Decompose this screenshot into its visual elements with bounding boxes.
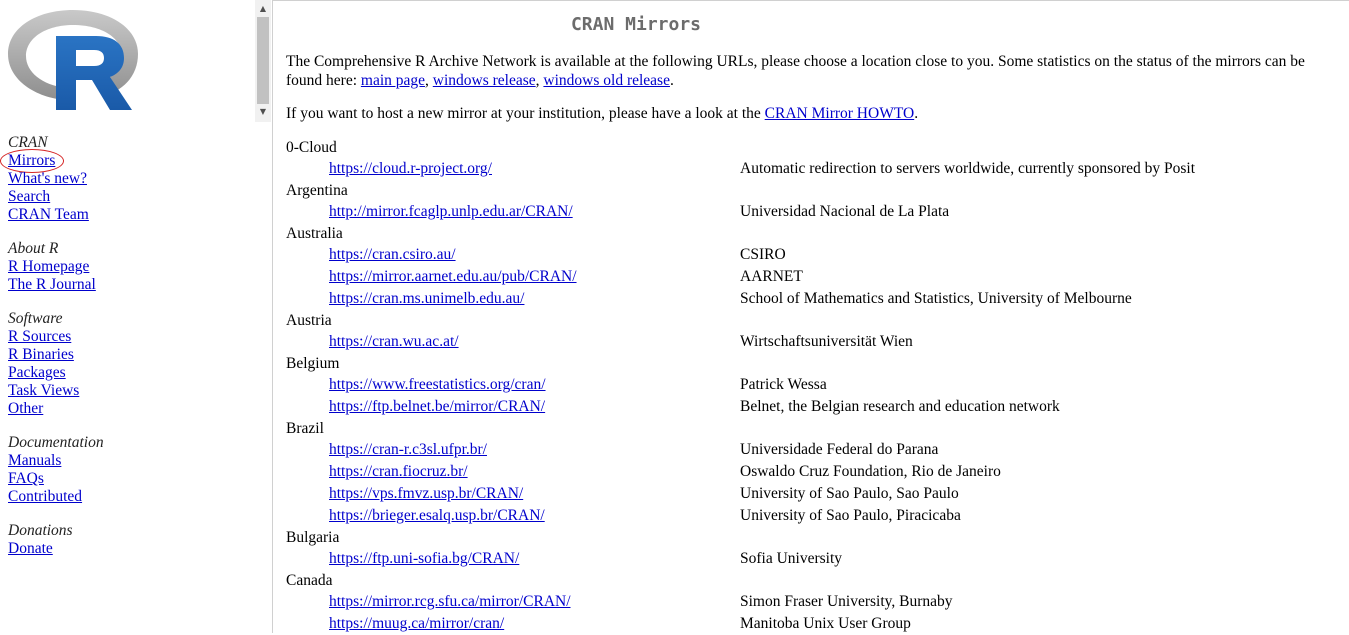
mirror-description: Manitoba Unix User Group — [740, 615, 911, 632]
nav-link-r-sources[interactable]: R Sources — [8, 328, 71, 345]
nav-link-other[interactable]: Other — [8, 400, 43, 417]
mirror-url-link[interactable]: https://cran-r.c3sl.ufpr.br/ — [329, 439, 487, 461]
frame-divider[interactable] — [272, 0, 273, 633]
mirror-url-link[interactable]: https://www.freestatistics.org/cran/ — [329, 374, 546, 396]
mirror-description: Simon Fraser University, Burnaby — [740, 593, 953, 610]
mirror-row: https://brieger.esalq.usp.br/CRAN/Univer… — [286, 505, 1344, 527]
mirror-url-link[interactable]: https://cran.wu.ac.at/ — [329, 331, 459, 353]
country-heading: Bulgaria — [286, 529, 340, 546]
mirror-description: University of Sao Paulo, Sao Paulo — [740, 485, 959, 502]
nav-section-donations: Donations Donate — [8, 522, 248, 558]
mirror-url-link[interactable]: https://vps.fmvz.usp.br/CRAN/ — [329, 483, 523, 505]
mirror-row: https://mirror.aarnet.edu.au/pub/CRAN/AA… — [286, 266, 1344, 288]
mirror-row: https://cran-r.c3sl.ufpr.br/Universidade… — [286, 439, 1344, 461]
mirror-row: https://ftp.belnet.be/mirror/CRAN/Belnet… — [286, 396, 1344, 418]
mirror-row: https://vps.fmvz.usp.br/CRAN/University … — [286, 483, 1344, 505]
link-main-page[interactable]: main page — [361, 72, 425, 89]
mirror-row: https://cran.ms.unimelb.edu.au/School of… — [286, 288, 1344, 310]
mirror-url-link[interactable]: http://mirror.fcaglp.unlp.edu.ar/CRAN/ — [329, 201, 573, 223]
mirror-description: Sofia University — [740, 550, 843, 567]
nav-link-task-views[interactable]: Task Views — [8, 382, 79, 399]
nav-link-packages[interactable]: Packages — [8, 364, 66, 381]
nav-link-manuals[interactable]: Manuals — [8, 452, 61, 469]
country-heading: Australia — [286, 225, 343, 242]
mirror-row: https://mirror.rcg.sfu.ca/mirror/CRAN/Si… — [286, 591, 1344, 613]
mirror-description: School of Mathematics and Statistics, Un… — [740, 290, 1132, 307]
mirror-row: https://cran.wu.ac.at/Wirtschaftsunivers… — [286, 331, 1344, 353]
nav-link-contributed[interactable]: Contributed — [8, 488, 82, 505]
country-heading: Austria — [286, 312, 332, 329]
mirror-url-link[interactable]: https://cloud.r-project.org/ — [329, 158, 492, 180]
country-heading: Argentina — [286, 182, 348, 199]
scroll-down-arrow-icon[interactable]: ▼ — [255, 105, 271, 119]
link-windows-release[interactable]: windows release — [433, 72, 536, 89]
country-heading: 0-Cloud — [286, 139, 337, 156]
mirror-url-link[interactable]: https://brieger.esalq.usp.br/CRAN/ — [329, 505, 545, 527]
country-heading: Belgium — [286, 355, 340, 372]
mirror-description: Oswaldo Cruz Foundation, Rio de Janeiro — [740, 463, 1001, 480]
nav-section-cran: CRAN Mirrors What's new? Search CRAN Tea… — [0, 134, 248, 224]
mirror-list: 0-Cloud https://cloud.r-project.org/Autom… — [286, 137, 1344, 635]
mirror-url-link[interactable]: https://mirror.rcg.sfu.ca/mirror/CRAN/ — [329, 591, 571, 613]
sidebar-nav: CRAN Mirrors What's new? Search CRAN Tea… — [0, 134, 248, 574]
country-heading: Brazil — [286, 420, 324, 437]
nav-section-software: Software R Sources R Binaries Packages T… — [8, 310, 248, 418]
mirror-url-link[interactable]: https://ftp.uni-sofia.bg/CRAN/ — [329, 548, 519, 570]
top-border — [273, 0, 1349, 1]
mirror-url-link[interactable]: https://muug.ca/mirror/cran/ — [329, 613, 504, 635]
mirror-url-link[interactable]: https://cran.csiro.au/ — [329, 244, 456, 266]
mirror-description: Automatic redirection to servers worldwi… — [740, 160, 1195, 177]
country-heading: Canada — [286, 572, 333, 589]
left-navigation-frame: ▲ ▼ CRAN Mirrors What's new? Search CRAN… — [0, 0, 272, 633]
nav-link-faqs[interactable]: FAQs — [8, 470, 44, 487]
mirror-row: https://muug.ca/mirror/cran/Manitoba Uni… — [286, 613, 1344, 635]
mirror-row: https://ftp.uni-sofia.bg/CRAN/Sofia Univ… — [286, 548, 1344, 570]
mirror-row: https://cloud.r-project.org/Automatic re… — [286, 158, 1344, 180]
nav-link-r-journal[interactable]: The R Journal — [8, 276, 96, 293]
nav-section-documentation: Documentation Manuals FAQs Contributed — [8, 434, 248, 506]
mirror-url-link[interactable]: https://cran.ms.unimelb.edu.au/ — [329, 288, 524, 310]
nav-link-whats-new[interactable]: What's new? — [8, 170, 87, 187]
nav-section-about-r: About R R Homepage The R Journal — [8, 240, 248, 294]
nav-heading: CRAN — [8, 134, 48, 151]
mirror-description: Patrick Wessa — [740, 376, 827, 393]
nav-link-r-binaries[interactable]: R Binaries — [8, 346, 74, 363]
mirror-description: Universidad Nacional de La Plata — [740, 203, 950, 220]
nav-link-search[interactable]: Search — [8, 188, 50, 205]
page-title: CRAN Mirrors — [570, 14, 702, 35]
mirror-description: AARNET — [740, 268, 803, 285]
nav-heading: Documentation — [8, 434, 104, 451]
nav-link-cran-team[interactable]: CRAN Team — [8, 206, 89, 223]
mirror-url-link[interactable]: https://cran.fiocruz.br/ — [329, 461, 468, 483]
nav-link-donate[interactable]: Donate — [8, 540, 53, 557]
mirror-description: University of Sao Paulo, Piracicaba — [740, 507, 961, 524]
mirror-description: CSIRO — [740, 246, 786, 263]
nav-link-r-homepage[interactable]: R Homepage — [8, 258, 89, 275]
howto-paragraph: If you want to host a new mirror at your… — [286, 105, 919, 122]
mirror-url-link[interactable]: https://ftp.belnet.be/mirror/CRAN/ — [329, 396, 545, 418]
link-cran-mirror-howto[interactable]: CRAN Mirror HOWTO — [765, 105, 915, 122]
mirror-row: https://www.freestatistics.org/cran/Patr… — [286, 374, 1344, 396]
mirror-row: http://mirror.fcaglp.unlp.edu.ar/CRAN/Un… — [286, 201, 1344, 223]
nav-heading: About R — [8, 240, 59, 257]
mirror-row: https://cran.fiocruz.br/Oswaldo Cruz Fou… — [286, 461, 1344, 483]
nav-link-mirrors[interactable]: Mirrors — [0, 149, 64, 173]
mirror-description: Universidade Federal do Parana — [740, 441, 939, 458]
howto-text: If you want to host a new mirror at your… — [286, 105, 761, 122]
nav-heading: Software — [8, 310, 63, 327]
mirror-row: https://cran.csiro.au/CSIRO — [286, 244, 1344, 266]
mirror-description: Belnet, the Belgian research and educati… — [740, 398, 1060, 415]
nav-heading: Donations — [8, 522, 73, 539]
mirror-url-link[interactable]: https://mirror.aarnet.edu.au/pub/CRAN/ — [329, 266, 577, 288]
mirror-description: Wirtschaftsuniversität Wien — [740, 333, 913, 350]
link-windows-old-release[interactable]: windows old release — [543, 72, 670, 89]
intro-paragraph: The Comprehensive R Archive Network is a… — [286, 53, 1305, 89]
